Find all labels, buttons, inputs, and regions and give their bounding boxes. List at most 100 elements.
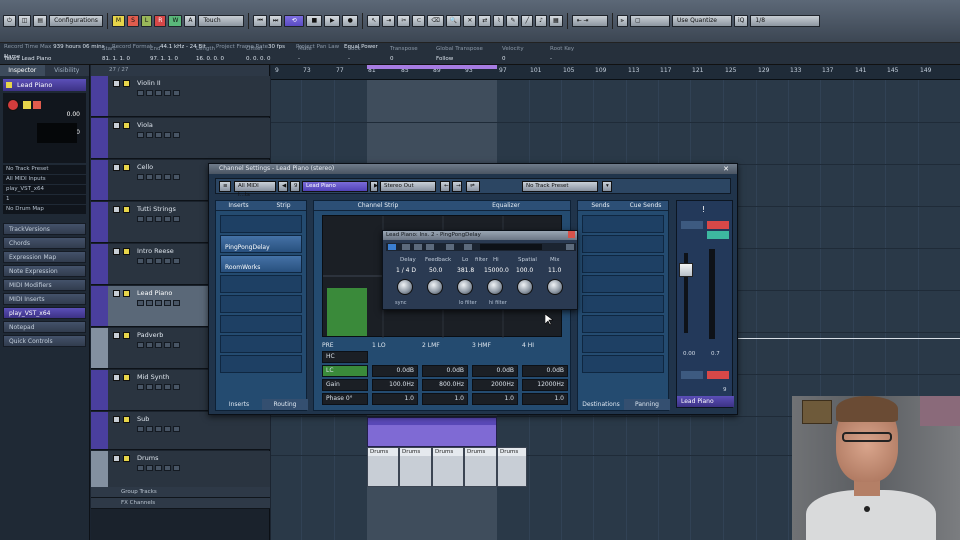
- tab-inserts-bottom[interactable]: Inserts: [216, 399, 262, 410]
- mute-field[interactable]: Mute -: [298, 46, 312, 62]
- inspector-track-header[interactable]: Lead Piano: [3, 79, 86, 91]
- midi-channel-field[interactable]: 1: [3, 195, 86, 204]
- hi-filter-switch[interactable]: hi filter: [489, 300, 507, 306]
- tab-destinations[interactable]: Destinations: [578, 399, 624, 410]
- eq-q-field[interactable]: 1.0: [472, 393, 518, 405]
- solo-button[interactable]: [123, 248, 130, 255]
- record-icon[interactable]: [137, 258, 144, 264]
- low-cut-field[interactable]: LC: [322, 365, 368, 377]
- edit-icon[interactable]: [173, 426, 180, 432]
- send-slot-7[interactable]: [582, 335, 664, 353]
- end-field[interactable]: End 97. 1. 1. 0: [150, 46, 178, 62]
- split-tool-icon[interactable]: ✂: [397, 15, 411, 27]
- solo-button[interactable]: [123, 290, 130, 297]
- monitor-icon[interactable]: [146, 174, 153, 180]
- read-automation-button[interactable]: R: [154, 15, 167, 27]
- write-icon[interactable]: [164, 258, 171, 264]
- write-icon[interactable]: [164, 300, 171, 306]
- delay-knob[interactable]: [397, 279, 413, 295]
- track-preset-dropdown[interactable]: No Track Preset: [522, 181, 598, 192]
- eq-q-field[interactable]: 1.0: [422, 393, 468, 405]
- close-icon[interactable]: [568, 231, 575, 238]
- track-name[interactable]: Viola: [137, 121, 153, 129]
- tab-channel-strip[interactable]: Channel Strip: [314, 201, 442, 210]
- track-name[interactable]: Tutti Strings: [137, 205, 176, 213]
- channel-settings-titlebar[interactable]: Channel Settings - Lead Piano (stereo) ✕: [209, 164, 737, 174]
- midi-output-field[interactable]: play_VST_x64: [3, 185, 86, 194]
- solo-button[interactable]: [123, 122, 130, 129]
- grid-type-dropdown[interactable]: 1/8: [750, 15, 821, 27]
- tab-equalizer[interactable]: Equalizer: [442, 201, 570, 210]
- record-icon[interactable]: [137, 342, 144, 348]
- eq-band-header[interactable]: 1 LO: [372, 342, 418, 351]
- ruler[interactable]: 9 73 77 81 85 89 93 97 101 105 109 113 1…: [271, 65, 960, 80]
- start-value[interactable]: 81. 1. 1. 0: [102, 56, 130, 62]
- insert-plugin-name[interactable]: PingPongDelay: [225, 244, 270, 251]
- send-slot-3[interactable]: [582, 255, 664, 273]
- show-infoline-button[interactable]: ▤: [33, 15, 48, 27]
- eq-frequency-field[interactable]: 100.0Hz: [372, 379, 418, 391]
- write-icon[interactable]: [426, 244, 434, 250]
- end-value[interactable]: 97. 1. 1. 0: [150, 56, 178, 62]
- track-sub[interactable]: Sub: [91, 412, 270, 450]
- tab-inspector[interactable]: Inspector: [0, 65, 45, 76]
- velocity-value[interactable]: 0: [502, 56, 524, 62]
- insert-slot-5[interactable]: [220, 295, 302, 313]
- write-icon[interactable]: [164, 465, 171, 471]
- drums-part[interactable]: Drums: [399, 447, 432, 487]
- edit-icon[interactable]: [173, 132, 180, 138]
- pan-value[interactable]: 0.7: [711, 351, 720, 357]
- monitor-icon[interactable]: [146, 258, 153, 264]
- object-selection-tool-icon[interactable]: ↖: [367, 15, 381, 27]
- edit-icon[interactable]: [173, 384, 180, 390]
- record-button[interactable]: ●: [342, 15, 359, 27]
- solo-button[interactable]: [123, 332, 130, 339]
- track-name[interactable]: Cello: [137, 163, 153, 171]
- nudge-dropdown[interactable]: ⇤ ⇥: [571, 15, 608, 27]
- offset-field[interactable]: Offset 0. 0. 0. 0: [246, 46, 271, 62]
- spatial-knob[interactable]: [517, 279, 533, 295]
- delay-value[interactable]: 1 / 4 D: [396, 267, 416, 274]
- mix-value[interactable]: 11.0: [548, 267, 561, 274]
- menu-icon[interactable]: ≡: [219, 181, 231, 192]
- read-icon[interactable]: [155, 174, 162, 180]
- start-field[interactable]: Start 81. 1. 1. 0: [102, 46, 130, 62]
- edit-icon[interactable]: [173, 342, 180, 348]
- monitor-icon[interactable]: [146, 132, 153, 138]
- tab-sends[interactable]: Sends: [578, 201, 623, 210]
- preset-name-field[interactable]: [480, 244, 542, 250]
- section-vst-instrument[interactable]: play_VST_x64: [3, 307, 86, 319]
- transpose-value[interactable]: 0: [390, 56, 418, 62]
- write-automation-button[interactable]: W: [168, 15, 183, 27]
- track-name[interactable]: Intro Reese: [137, 247, 174, 255]
- folder-group-tracks[interactable]: Group Tracks: [91, 487, 270, 498]
- hi-filter-knob[interactable]: [487, 279, 503, 295]
- track-name[interactable]: Violin II: [137, 79, 161, 87]
- solo-button[interactable]: [123, 455, 130, 462]
- tab-panning[interactable]: Panning: [624, 399, 670, 410]
- volume-fader[interactable]: [679, 263, 693, 277]
- edit-icon[interactable]: [173, 258, 180, 264]
- comp-tool-icon[interactable]: ⇄: [478, 15, 492, 27]
- constrain-delay-button[interactable]: ◫: [17, 15, 32, 27]
- record-icon[interactable]: [137, 132, 144, 138]
- glue-tool-icon[interactable]: ⊂: [412, 15, 426, 27]
- line-tool-icon[interactable]: ╱: [521, 15, 534, 27]
- read-icon[interactable]: [155, 258, 162, 264]
- play-button[interactable]: ▶: [324, 15, 341, 27]
- section-quick-controls[interactable]: Quick Controls: [3, 335, 86, 347]
- read-icon[interactable]: [414, 244, 422, 250]
- solo-button[interactable]: [707, 221, 729, 229]
- folder-fx-channels[interactable]: FX Channels: [91, 498, 270, 509]
- bypass-icon[interactable]: [402, 244, 410, 250]
- solo-button[interactable]: [123, 206, 130, 213]
- track-preset-field[interactable]: No Track Preset: [3, 165, 86, 174]
- volume-value[interactable]: 0.00: [67, 111, 80, 118]
- record-icon[interactable]: [137, 384, 144, 390]
- send-slot-2[interactable]: [582, 235, 664, 253]
- zoom-tool-icon[interactable]: 🔍: [445, 15, 462, 27]
- mute-button[interactable]: [23, 101, 31, 109]
- send-slot-1[interactable]: [582, 215, 664, 233]
- insert-slot-2[interactable]: PingPongDelay: [220, 235, 302, 253]
- insert-slot-8[interactable]: [220, 355, 302, 373]
